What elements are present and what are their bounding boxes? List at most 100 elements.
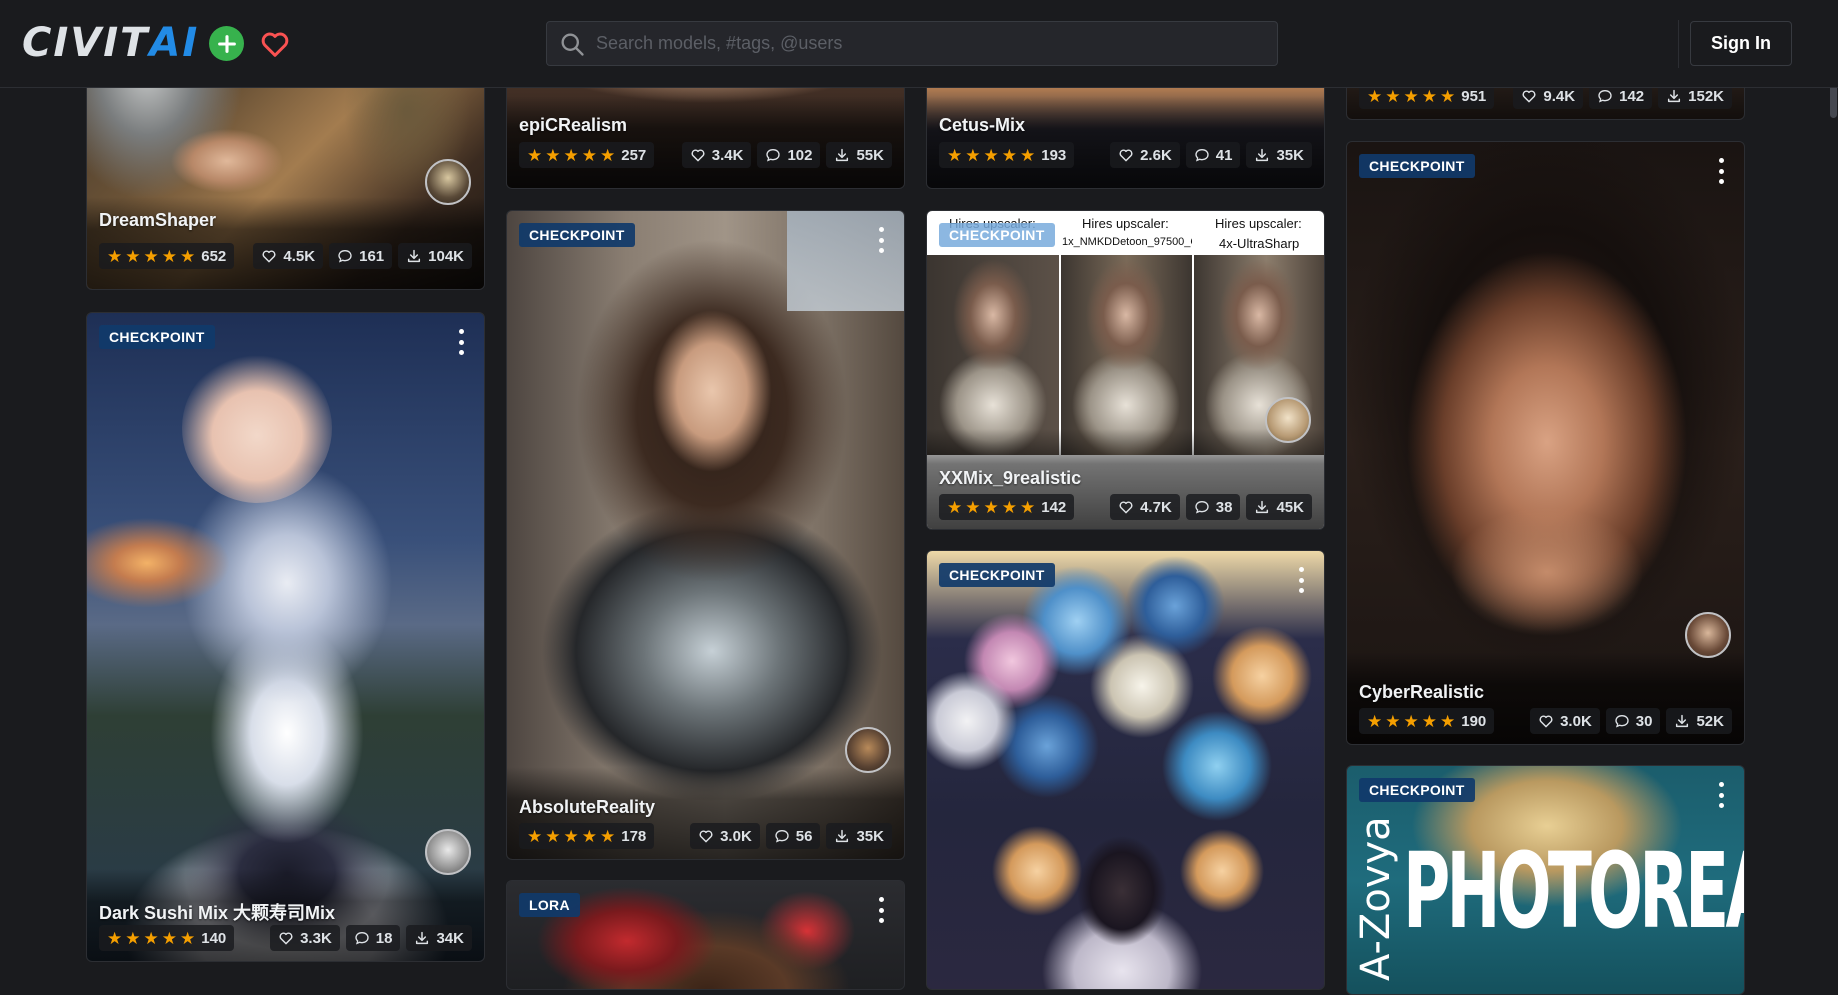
downloads-chip: 52K [1666, 708, 1732, 734]
rating-count: 142 [1041, 498, 1067, 516]
comments-chip: 30 [1605, 708, 1661, 734]
comments-chip: 102 [757, 142, 821, 168]
heart-icon [1118, 147, 1134, 163]
model-type-badge: CHECKPOINT [1359, 778, 1475, 802]
comment-icon [765, 147, 781, 163]
support-button[interactable] [257, 26, 293, 62]
rating-chip: ★ ★ ★ ★ ★ 140 [99, 925, 235, 951]
dots-vertical-icon[interactable] [1716, 158, 1726, 184]
heart-icon [278, 930, 294, 946]
model-card-photoreal[interactable]: PHOTOREAL A-Zovya CHECKPOINT [1346, 765, 1745, 995]
upscaler-label: Hires upscaler: [1082, 216, 1169, 231]
rating-chip: ★ ★ ★ ★ ★ 142 [939, 494, 1075, 520]
upscaler-label: Hires upscaler: [1215, 216, 1302, 231]
likes-chip: 4.5K [253, 243, 324, 269]
model-name[interactable]: epiCRealism [519, 115, 627, 136]
creator-avatar[interactable] [425, 829, 471, 875]
page-scrollbar[interactable] [1829, 0, 1838, 973]
likes-chip: 3.3K [270, 925, 340, 951]
star-rating-icon: ★ ★ ★ ★ ★ [947, 145, 1036, 165]
heart-icon [690, 147, 706, 163]
comment-icon [774, 828, 790, 844]
model-name[interactable]: Dark Sushi Mix 大颗寿司Mix [99, 899, 335, 925]
star-rating-icon: ★ ★ ★ ★ ★ [527, 826, 616, 846]
model-card-absolutereality[interactable]: CHECKPOINT AbsoluteReality ★ ★ ★ ★ ★ 178 3.0… [506, 210, 905, 860]
model-card-dark-sushi-mix[interactable]: CHECKPOINT Dark Sushi Mix 大颗寿司Mix ★ ★ ★ ★ ★ … [86, 312, 485, 962]
rating-chip: ★ ★ ★ ★ ★ 257 [519, 142, 655, 168]
poster-side-text: A-Zovya [1353, 816, 1399, 981]
dots-vertical-icon[interactable] [876, 227, 886, 253]
rating-count: 190 [1461, 712, 1487, 730]
upscaler-value: 4x-UltraSharp [1219, 236, 1300, 251]
comments-chip: 18 [345, 925, 401, 951]
creator-avatar[interactable] [845, 727, 891, 773]
likes-chip: 4.7K [1110, 494, 1180, 520]
rating-chip: ★ ★ ★ ★ ★ 193 [939, 142, 1075, 168]
header-divider [1678, 20, 1679, 68]
likes-chip: 3.4K [681, 142, 752, 168]
model-card-lora[interactable]: LORA [506, 880, 905, 990]
downloads-chip: 35K [826, 823, 892, 849]
rating-count: 193 [1041, 146, 1067, 164]
upscaler-value: 1x_NMKDDetoon_97500_G [1062, 236, 1192, 248]
download-icon [414, 930, 430, 946]
dots-vertical-icon[interactable] [1296, 567, 1306, 593]
download-icon [1254, 499, 1270, 515]
model-card-cyberrealistic[interactable]: CHECKPOINT CyberRealistic ★ ★ ★ ★ ★ 190 3.0K… [1346, 141, 1745, 745]
star-rating-icon: ★ ★ ★ ★ ★ [1367, 86, 1456, 106]
downloads-chip: 45K [1246, 494, 1312, 520]
model-card-balloons[interactable]: CHECKPOINT [926, 550, 1325, 990]
sign-in-button[interactable]: Sign In [1690, 21, 1792, 66]
heart-icon [261, 248, 277, 264]
download-icon [1674, 713, 1690, 729]
comment-icon [1597, 88, 1613, 104]
search-bar[interactable] [546, 21, 1278, 66]
downloads-chip: 35K [1246, 142, 1312, 168]
rating-count: 652 [201, 247, 227, 265]
model-card-xxmix-9realistic[interactable]: Hires upscaler: Hires upscaler: Hires up… [926, 210, 1325, 530]
search-input[interactable] [596, 33, 1256, 54]
rating-count: 140 [201, 929, 227, 947]
dots-vertical-icon[interactable] [1716, 782, 1726, 808]
dots-vertical-icon[interactable] [876, 897, 886, 923]
top-header: CIVITAI Sign In [0, 0, 1838, 88]
comments-chip: 41 [1185, 142, 1241, 168]
download-icon [834, 147, 850, 163]
model-name[interactable]: DreamShaper [99, 210, 216, 231]
likes-chip: 3.0K [690, 823, 760, 849]
creator-avatar[interactable] [1265, 397, 1311, 443]
poster-title: PHOTOREAL [1403, 830, 1744, 952]
rating-count: 951 [1461, 87, 1487, 105]
download-icon [1666, 88, 1682, 104]
model-name[interactable]: XXMix_9realistic [939, 468, 1081, 489]
model-name[interactable]: Cetus-Mix [939, 115, 1025, 136]
model-type-badge: CHECKPOINT [939, 223, 1055, 247]
model-name[interactable]: CyberRealistic [1359, 682, 1484, 703]
rating-chip: ★ ★ ★ ★ ★ 190 [1359, 708, 1495, 734]
download-icon [1254, 147, 1270, 163]
creator-avatar[interactable] [1685, 612, 1731, 658]
civitai-logo[interactable]: CIVIT AI [22, 23, 199, 63]
creator-avatar[interactable] [425, 159, 471, 205]
downloads-chip: 104K [398, 243, 472, 269]
rating-chip: ★ ★ ★ ★ ★ 178 [519, 823, 655, 849]
comment-icon [337, 248, 353, 264]
star-rating-icon: ★ ★ ★ ★ ★ [107, 246, 196, 266]
rating-chip: ★ ★ ★ ★ ★ 652 [99, 243, 235, 269]
dots-vertical-icon[interactable] [456, 329, 466, 355]
likes-chip: 3.0K [1530, 708, 1600, 734]
download-icon [834, 828, 850, 844]
star-rating-icon: ★ ★ ★ ★ ★ [527, 145, 616, 165]
rating-count: 257 [621, 146, 647, 164]
comment-icon [1194, 499, 1210, 515]
comment-icon [1194, 147, 1210, 163]
comments-chip: 38 [1185, 494, 1241, 520]
star-rating-icon: ★ ★ ★ ★ ★ [947, 497, 1036, 517]
heart-icon [698, 828, 714, 844]
downloads-chip: 34K [406, 925, 472, 951]
heart-icon [261, 32, 289, 57]
model-name[interactable]: AbsoluteReality [519, 797, 655, 818]
model-type-badge: CHECKPOINT [519, 223, 635, 247]
create-button[interactable] [209, 26, 244, 61]
model-type-badge: LORA [519, 893, 580, 917]
